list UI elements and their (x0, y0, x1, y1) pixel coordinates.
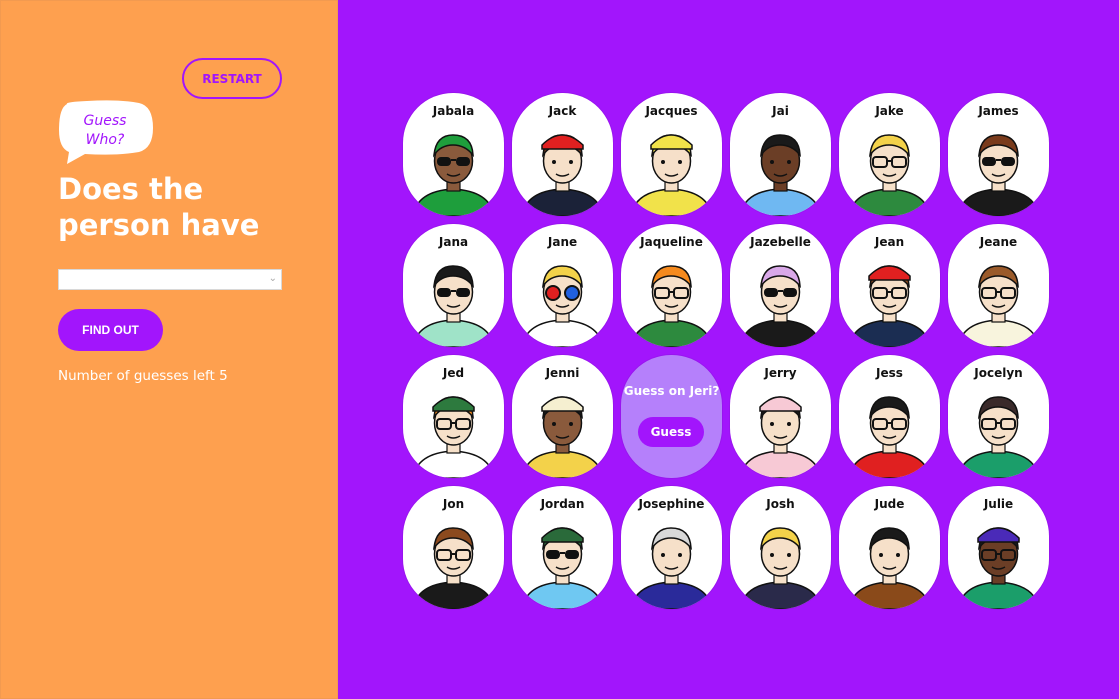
logo-line-1: Guess (83, 113, 127, 129)
character-name: Julie (983, 497, 1014, 511)
character-name: Jabala (432, 104, 475, 118)
character-portrait (512, 512, 613, 609)
character-card-jeane[interactable]: Jeane (948, 224, 1049, 347)
character-portrait (839, 381, 940, 478)
character-portrait (621, 512, 722, 609)
character-grid: Jabala Jack Jacques Jai Jake James Jana Jane Jaq… (403, 93, 1049, 613)
character-card-jane[interactable]: Jane (512, 224, 613, 347)
character-name: Jordan (540, 497, 585, 511)
guesses-left-text: Number of guesses left 5 (58, 368, 228, 384)
chevron-down-icon: ⌄ (268, 273, 277, 284)
character-name: Jean (874, 235, 905, 249)
character-name: Jacques (645, 104, 698, 118)
character-name: Jake (875, 104, 904, 118)
question-heading: Does the person have (58, 172, 260, 242)
character-card-jean[interactable]: Jean (839, 224, 940, 347)
character-name: Jana (438, 235, 469, 249)
character-card-jeri[interactable]: Guess on Jeri? Guess (621, 355, 722, 478)
character-card-james[interactable]: James (948, 93, 1049, 216)
character-card-jazebelle[interactable]: Jazebelle (730, 224, 831, 347)
control-panel: RESTART Guess Who? Does the person have … (0, 0, 338, 699)
character-portrait (512, 381, 613, 478)
character-name: Jess (876, 366, 903, 380)
guess-prompt-text: Guess on Jeri? (623, 384, 720, 398)
character-name: Jane (547, 235, 578, 249)
character-portrait (839, 250, 940, 347)
character-card-jai[interactable]: Jai (730, 93, 831, 216)
character-name: Josephine (638, 497, 705, 511)
character-card-jon[interactable]: Jon (403, 486, 504, 609)
character-portrait (621, 119, 722, 216)
character-card-jaqueline[interactable]: Jaqueline (621, 224, 722, 347)
character-portrait (512, 119, 613, 216)
character-name: Jaqueline (640, 235, 703, 249)
character-card-jed[interactable]: Jed (403, 355, 504, 478)
character-card-jenni[interactable]: Jenni (512, 355, 613, 478)
character-portrait (730, 250, 831, 347)
character-portrait (948, 250, 1049, 347)
character-name: Jed (442, 366, 465, 380)
character-name: Jeane (979, 235, 1018, 249)
character-card-josephine[interactable]: Josephine (621, 486, 722, 609)
character-card-jana[interactable]: Jana (403, 224, 504, 347)
character-card-jess[interactable]: Jess (839, 355, 940, 478)
character-card-jude[interactable]: Jude (839, 486, 940, 609)
character-portrait (512, 250, 613, 347)
character-card-josh[interactable]: Josh (730, 486, 831, 609)
logo-line-2: Who? (85, 132, 125, 148)
character-portrait (403, 512, 504, 609)
character-name: Jazebelle (750, 235, 811, 249)
character-name: Jenni (545, 366, 580, 380)
character-portrait (621, 250, 722, 347)
character-portrait (948, 119, 1049, 216)
character-portrait (403, 119, 504, 216)
character-card-jacques[interactable]: Jacques (621, 93, 722, 216)
character-card-julie[interactable]: Julie (948, 486, 1049, 609)
character-card-jack[interactable]: Jack (512, 93, 613, 216)
character-portrait (948, 512, 1049, 609)
character-name: Jon (442, 497, 465, 511)
restart-button[interactable]: RESTART (182, 58, 282, 99)
character-portrait (839, 512, 940, 609)
character-card-jordan[interactable]: Jordan (512, 486, 613, 609)
character-portrait (403, 381, 504, 478)
guess-who-logo: Guess Who? (57, 100, 157, 166)
guess-button[interactable]: Guess (638, 417, 704, 447)
attribute-select[interactable]: ⌄ (58, 269, 282, 290)
character-name: Jerry (764, 366, 797, 380)
character-name: Jude (874, 497, 905, 511)
character-portrait (403, 250, 504, 347)
character-portrait (730, 381, 831, 478)
character-name: Jai (772, 104, 789, 118)
find-out-button[interactable]: FIND OUT (58, 309, 163, 351)
character-card-jocelyn[interactable]: Jocelyn (948, 355, 1049, 478)
character-portrait (948, 381, 1049, 478)
character-portrait (839, 119, 940, 216)
character-name: Josh (766, 497, 795, 511)
character-portrait (730, 119, 831, 216)
character-card-jake[interactable]: Jake (839, 93, 940, 216)
logo-text: Guess Who? (59, 112, 151, 150)
character-name: Jocelyn (974, 366, 1023, 380)
character-name: James (978, 104, 1019, 118)
character-card-jabala[interactable]: Jabala (403, 93, 504, 216)
character-portrait (730, 512, 831, 609)
character-card-jerry[interactable]: Jerry (730, 355, 831, 478)
character-name: Jack (548, 104, 577, 118)
